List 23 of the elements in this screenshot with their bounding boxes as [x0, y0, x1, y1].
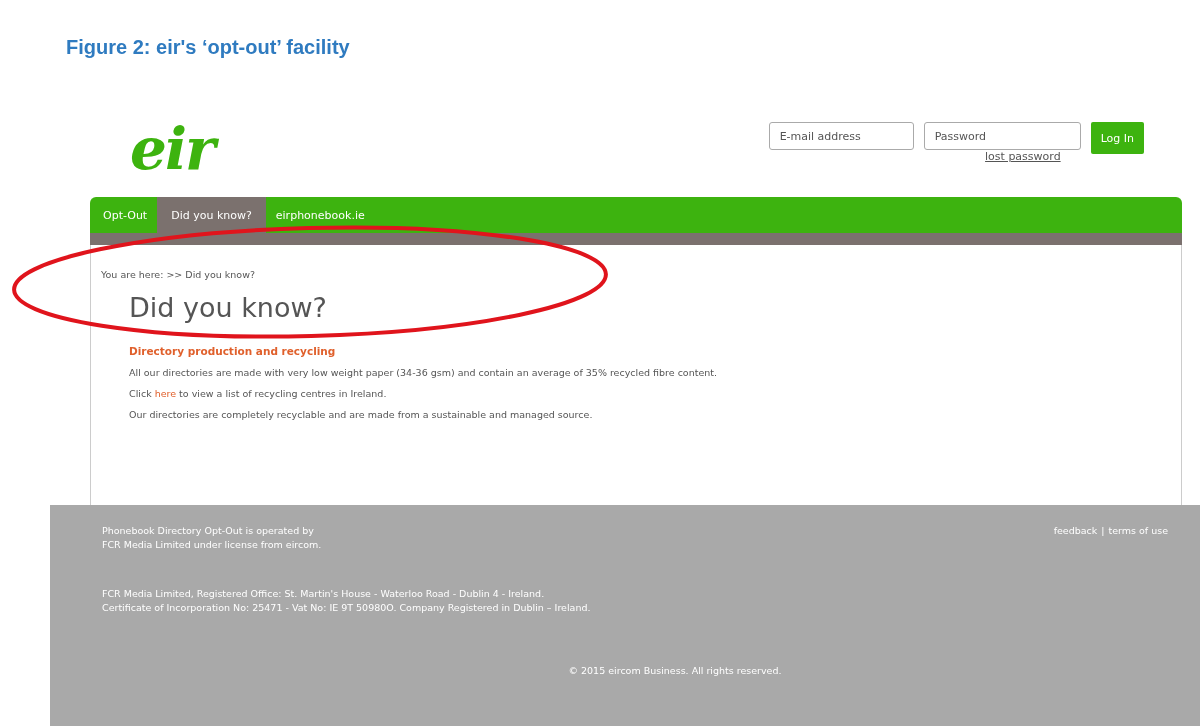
nav-tab[interactable]: Opt-Out	[93, 197, 158, 233]
footer-text: FCR Media Limited, Registered Office: St. Martin's House - Waterloo Road - Dublin 4 - Ireland.	[102, 588, 545, 599]
section-heading: Directory production and recycling	[129, 345, 337, 357]
copyright-text: © 2015 eircom Business. All rights reserved.	[568, 665, 782, 676]
figure-caption: Figure 2: eir's ‘opt-out’ facility	[66, 36, 350, 59]
footer-text: Phonebook Directory Opt-Out is operated by	[102, 525, 314, 536]
password-field[interactable]: Password	[923, 122, 1081, 150]
paragraph: Our directories are completely recyclable and are made from a sustainable and managed source.	[129, 409, 594, 420]
paragraph: All our directories are made with very low weight paper (34-36 gsm) and contain an average of 35% recycled fibre content.	[129, 367, 719, 378]
breadcrumb: You are here: >> Did you know?	[101, 269, 256, 280]
email-field[interactable]: E-mail address	[768, 122, 914, 150]
nav-tab[interactable]: eirphonebook.ie	[265, 197, 375, 233]
footer-link[interactable]: feedback	[1053, 525, 1098, 550]
login-button[interactable]: Log In	[1090, 122, 1144, 154]
footer-text: Certificate of Incorporation No: 25471 - Vat No: IE 9T 50980O. Company Registered in Dublin – Ireland.	[102, 602, 591, 613]
lost-password-link[interactable]: lost password	[985, 150, 1061, 163]
paragraph: Click here to view a list of recycling centres in Ireland.	[129, 388, 388, 399]
page-heading: Did you know?	[129, 292, 328, 323]
footer-link[interactable]: terms of use	[1108, 525, 1168, 550]
here-link[interactable]: here	[154, 388, 177, 399]
nav-tab[interactable]: Did you know?	[157, 197, 266, 233]
separator: |	[1101, 525, 1105, 538]
footer-text: FCR Media Limited under license from eircom.	[102, 539, 322, 550]
